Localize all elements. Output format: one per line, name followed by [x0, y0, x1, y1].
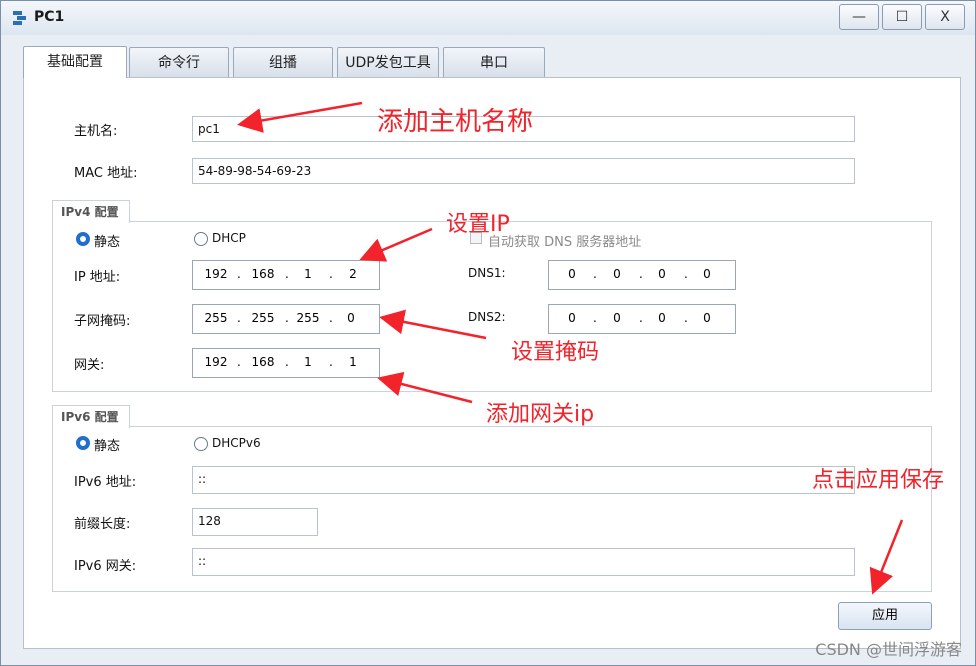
tab-basic-config[interactable]: 基础配置	[23, 46, 127, 78]
annotation-click-apply: 点击应用保存	[812, 468, 945, 493]
annotation-set-mask: 设置掩码	[511, 340, 600, 365]
dns1-octet-2: 0	[613, 267, 621, 281]
gateway-input[interactable]: 192 . 168 . 1 . 1	[192, 348, 380, 378]
gateway-label: 网关:	[74, 358, 105, 373]
hostname-label: 主机名:	[74, 124, 118, 139]
dns1-octet-4: 0	[703, 267, 711, 281]
ipv6-address-input[interactable]: ::	[192, 466, 855, 494]
ipv6-gateway-label: IPv6 网关:	[74, 559, 137, 574]
dns2-octet-3: 0	[658, 311, 666, 325]
ipv4-dhcp-label: DHCP	[212, 231, 246, 245]
ipv4-static-radio[interactable]	[76, 232, 90, 246]
minimize-button[interactable]: —	[839, 4, 879, 30]
ipv6-static-label: 静态	[94, 439, 121, 454]
annotation-add-hostname: 添加主机名称	[377, 107, 534, 137]
pc1-config-window: PC1 — ☐ X 基础配置 命令行 组播 UDP发包工具 串口 主机名: pc…	[0, 0, 976, 666]
prefix-length-label: 前缀长度:	[74, 517, 131, 532]
mask-octet-3: 255	[296, 311, 320, 325]
tab-multicast[interactable]: 组播	[233, 47, 333, 77]
mask-octet-2: 255	[251, 311, 275, 325]
dns2-octet-2: 0	[613, 311, 621, 325]
pc-app-icon	[13, 11, 26, 25]
ipv6-gateway-input[interactable]: ::	[192, 548, 855, 576]
ipv6-dhcpv6-radio[interactable]	[194, 437, 208, 451]
dns2-octet-1: 0	[568, 311, 576, 325]
tab-udp-tool[interactable]: UDP发包工具	[337, 47, 439, 77]
ipv4-dhcp-radio[interactable]	[194, 232, 208, 246]
prefix-length-input[interactable]: 128	[192, 508, 318, 536]
gw-octet-3: 1	[304, 355, 312, 369]
auto-dns-label: 自动获取 DNS 服务器地址	[488, 235, 642, 250]
mask-octet-1: 255	[204, 311, 228, 325]
subnet-mask-label: 子网掩码:	[74, 314, 131, 329]
close-button[interactable]: X	[925, 4, 965, 30]
basic-config-panel: 主机名: pc1 MAC 地址: 54-89-98-54-69-23 IPv4 …	[23, 77, 961, 649]
title-bar: PC1 — ☐ X	[1, 1, 975, 35]
subnet-mask-input[interactable]: 255 . 255 . 255 . 0	[192, 304, 380, 334]
mask-octet-4: 0	[347, 311, 355, 325]
mac-address-field: 54-89-98-54-69-23	[192, 158, 855, 184]
dns1-octet-1: 0	[568, 267, 576, 281]
window-title: PC1	[34, 9, 65, 25]
ip-octet-2: 168	[251, 267, 275, 281]
dns2-input[interactable]: 0 . 0 . 0 . 0	[548, 304, 736, 334]
annotation-add-gateway: 添加网关ip	[486, 402, 595, 427]
ipv6-group-title: IPv6 配置	[52, 405, 130, 428]
dns1-label: DNS1:	[468, 266, 506, 280]
dns1-input[interactable]: 0 . 0 . 0 . 0	[548, 260, 736, 290]
ip-address-input[interactable]: 192 . 168 . 1 . 2	[192, 260, 380, 290]
ipv4-group-title: IPv4 配置	[52, 200, 130, 223]
apply-button[interactable]: 应用	[838, 602, 932, 630]
dns2-label: DNS2:	[468, 310, 506, 324]
ipv6-dhcpv6-label: DHCPv6	[212, 436, 261, 450]
ipv6-address-label: IPv6 地址:	[74, 475, 137, 490]
ip-octet-3: 1	[304, 267, 312, 281]
gw-octet-1: 192	[204, 355, 228, 369]
tab-command-line[interactable]: 命令行	[129, 47, 229, 77]
tab-serial[interactable]: 串口	[443, 47, 545, 77]
ipv4-static-label: 静态	[94, 235, 121, 250]
dns1-octet-3: 0	[658, 267, 666, 281]
ip-address-label: IP 地址:	[74, 270, 121, 285]
gw-octet-2: 168	[251, 355, 275, 369]
annotation-set-ip: 设置IP	[446, 212, 510, 237]
ipv6-static-radio[interactable]	[76, 436, 90, 450]
gw-octet-4: 1	[349, 355, 357, 369]
dns2-octet-4: 0	[703, 311, 711, 325]
ip-octet-1: 192	[204, 267, 228, 281]
maximize-button[interactable]: ☐	[882, 4, 922, 30]
ip-octet-4: 2	[349, 267, 357, 281]
mac-label: MAC 地址:	[74, 166, 138, 181]
csdn-watermark: CSDN @世间浮游客	[815, 640, 962, 659]
